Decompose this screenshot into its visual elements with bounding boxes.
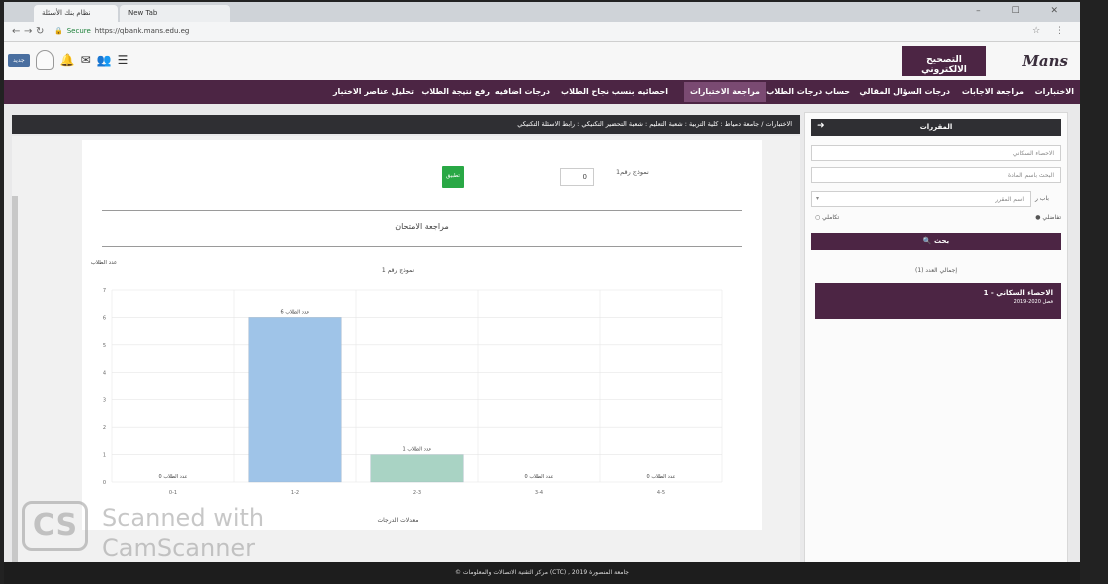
- new-badge[interactable]: جديد: [8, 53, 30, 67]
- results-total: إجمالي العدد (1): [914, 267, 958, 274]
- menu-item-essay-grades[interactable]: درجات السؤال المقالي: [859, 87, 950, 96]
- header-toolbar: جديد 🔔 ✉ 👥 ☰: [8, 50, 128, 70]
- camscanner-watermark: CS Scanned with CamScanner: [22, 497, 312, 567]
- window-controls[interactable]: – ☐ ✕: [976, 6, 1072, 16]
- menu-item-upload-results[interactable]: رفع نتيجة الطلاب: [421, 87, 490, 96]
- chart-y-tick-label: 4: [103, 370, 106, 376]
- search-icon: 🔍: [922, 237, 932, 245]
- radio-option-differential[interactable]: ● تفاضلي: [1035, 214, 1061, 221]
- bell-icon[interactable]: 🔔: [60, 53, 75, 67]
- chart-y-axis-label: عدد الطلاب: [91, 260, 118, 266]
- secure-label: Secure: [66, 27, 91, 35]
- divider: [102, 246, 742, 247]
- course-name-field[interactable]: الاحصاء السكاني: [811, 145, 1061, 161]
- chart-bar: [370, 454, 464, 483]
- grades-bar-chart: عدد الطلاب نموذج رقم 1 معدلات الدرجات 0 1…: [91, 260, 723, 524]
- reload-icon[interactable]: ↻: [36, 26, 44, 37]
- app-title[interactable]: التصحيح الالكتروني: [902, 46, 986, 76]
- mans-logo: Mans: [1022, 52, 1068, 70]
- model-label: نموذج رقم1: [616, 168, 649, 176]
- user-avatar[interactable]: [35, 50, 54, 70]
- menu-item-extra-grades[interactable]: درجات اضافيه: [495, 87, 550, 96]
- lock-icon: 🔒: [54, 27, 63, 35]
- chart-y-tick-label: 6: [103, 315, 106, 321]
- browser-window: نظام بنك الأسئلة New Tab – ☐ ✕ ← → ↻ 🔒 Se…: [4, 2, 1080, 572]
- radio-option-integral[interactable]: ○ تكاملي: [815, 214, 839, 221]
- chart-data-label: عدد الطلاب 0: [159, 474, 188, 480]
- screen: نظام بنك الأسئلة New Tab – ☐ ✕ ← → ↻ 🔒 Se…: [0, 0, 1108, 584]
- divider: [102, 210, 742, 211]
- menu-item-review-answers[interactable]: مراجعة الاجابات: [962, 87, 1024, 96]
- camscanner-text: Scanned with CamScanner: [102, 503, 264, 563]
- mail-icon[interactable]: ✉: [81, 53, 91, 67]
- browser-actions[interactable]: ☆ ⋮: [1032, 26, 1070, 36]
- chart-x-axis-label: معدلات الدرجات: [378, 517, 419, 524]
- chart-y-tick-label: 5: [103, 343, 106, 349]
- forward-icon[interactable]: →: [24, 26, 32, 37]
- radio-group: ● تفاضلي ○ تكاملي: [815, 214, 1061, 226]
- search-course-field[interactable]: البحث باسم المادة: [811, 167, 1061, 183]
- scrollbar[interactable]: [12, 196, 18, 564]
- url-field[interactable]: 🔒 Secure https://qbank.mans.edu.eg: [54, 27, 189, 35]
- chart-data-label: عدد الطلاب 0: [525, 474, 554, 480]
- radio-label: تكاملي: [822, 214, 840, 221]
- courses-panel-header: ➜ المقررات: [811, 119, 1061, 136]
- model-number-input[interactable]: 0: [560, 168, 594, 186]
- watermark-line-2: CamScanner: [102, 534, 256, 562]
- menu-icon[interactable]: ☰: [118, 53, 129, 67]
- chart-y-tick-label: 3: [103, 398, 106, 404]
- chart-x-tick-label: 2-3: [413, 490, 421, 496]
- review-card: نموذج رقم1 0 تطبيق مراجعة الامتحان عدد ا…: [82, 140, 762, 530]
- chart-y-tick-label: 1: [103, 453, 106, 459]
- chevron-down-icon: ▾: [816, 195, 820, 202]
- arrow-right-icon[interactable]: ➜: [817, 121, 825, 131]
- chart-data-label: عدد الطلاب 0: [647, 474, 676, 480]
- camscanner-logo: CS: [22, 501, 88, 551]
- tab-bar: نظام بنك الأسئلة New Tab – ☐ ✕: [4, 2, 1080, 22]
- chart-x-tick-label: 1-2: [291, 490, 299, 496]
- search-button-label: بحث: [934, 237, 950, 245]
- course-result-subtitle: 2019-2020 فصل: [1013, 299, 1053, 305]
- users-icon[interactable]: 👥: [97, 53, 112, 67]
- course-result-title: 1 - الاحصاء السكاني: [983, 289, 1053, 297]
- back-icon[interactable]: ←: [12, 26, 20, 37]
- chart-x-tick-label: 4-5: [657, 490, 665, 496]
- browser-tab-qbank[interactable]: نظام بنك الأسئلة: [34, 5, 118, 22]
- url-text: https://qbank.mans.edu.eg: [94, 27, 190, 35]
- breadcrumb: الاختبارات / جامعة دمياط : كلية التربية …: [12, 115, 800, 134]
- chart-y-tick-label: 7: [103, 288, 106, 294]
- courses-panel-title: المقررات: [919, 123, 953, 131]
- tab-label: نظام بنك الأسئلة: [42, 9, 91, 17]
- chart-y-tick-label: 2: [103, 425, 106, 431]
- address-bar: ← → ↻ 🔒 Secure https://qbank.mans.edu.eg ☆…: [4, 22, 1080, 42]
- chart-data-label: عدد الطلاب 1: [403, 447, 432, 453]
- menu-item-item-analysis[interactable]: تحليل عناصر الاختبار: [333, 87, 414, 96]
- menu-item-review-exams[interactable]: مراجعة الاختبارات: [684, 82, 766, 102]
- chart-x-tick-label: 0-1: [169, 490, 177, 496]
- review-title: مراجعة الامتحان: [395, 222, 449, 231]
- select-prefix-label: باب ر: [1035, 195, 1049, 202]
- search-button[interactable]: 🔍 بحث: [811, 233, 1061, 250]
- course-result-item[interactable]: 1 - الاحصاء السكاني 2019-2020 فصل: [815, 283, 1061, 319]
- browser-tab-new[interactable]: New Tab: [120, 5, 230, 22]
- chart-x-tick-label: 3-4: [535, 490, 543, 496]
- menu-item-exams[interactable]: الاختبارات: [1035, 87, 1074, 96]
- chart-data-label: عدد الطلاب 6: [281, 309, 310, 315]
- apply-button[interactable]: تطبيق: [442, 166, 464, 188]
- menu-item-calc-grades[interactable]: حساب درجات الطلاب: [766, 87, 850, 96]
- courses-panel: ➜ المقررات الاحصاء السكاني البحث باسم ال…: [804, 112, 1068, 564]
- app-header: جديد 🔔 ✉ 👥 ☰ التصحيح الالكتروني Mans: [4, 42, 1080, 80]
- tab-label: New Tab: [128, 9, 158, 17]
- watermark-line-1: Scanned with: [102, 504, 265, 532]
- radio-label: تفاضلي: [1042, 214, 1061, 221]
- course-select-value: اسم المقرر: [995, 196, 1024, 203]
- chart-bar: [248, 317, 342, 483]
- course-select[interactable]: ▾ اسم المقرر: [811, 191, 1031, 207]
- menu-item-pass-stats[interactable]: احصائيه بنسب نجاح الطلاب: [561, 87, 668, 96]
- chart-y-tick-label: 0: [103, 480, 106, 486]
- main-menu: الاختبارات مراجعة الاجابات درجات السؤال …: [4, 80, 1080, 104]
- chart-title: نموذج رقم 1: [382, 267, 415, 274]
